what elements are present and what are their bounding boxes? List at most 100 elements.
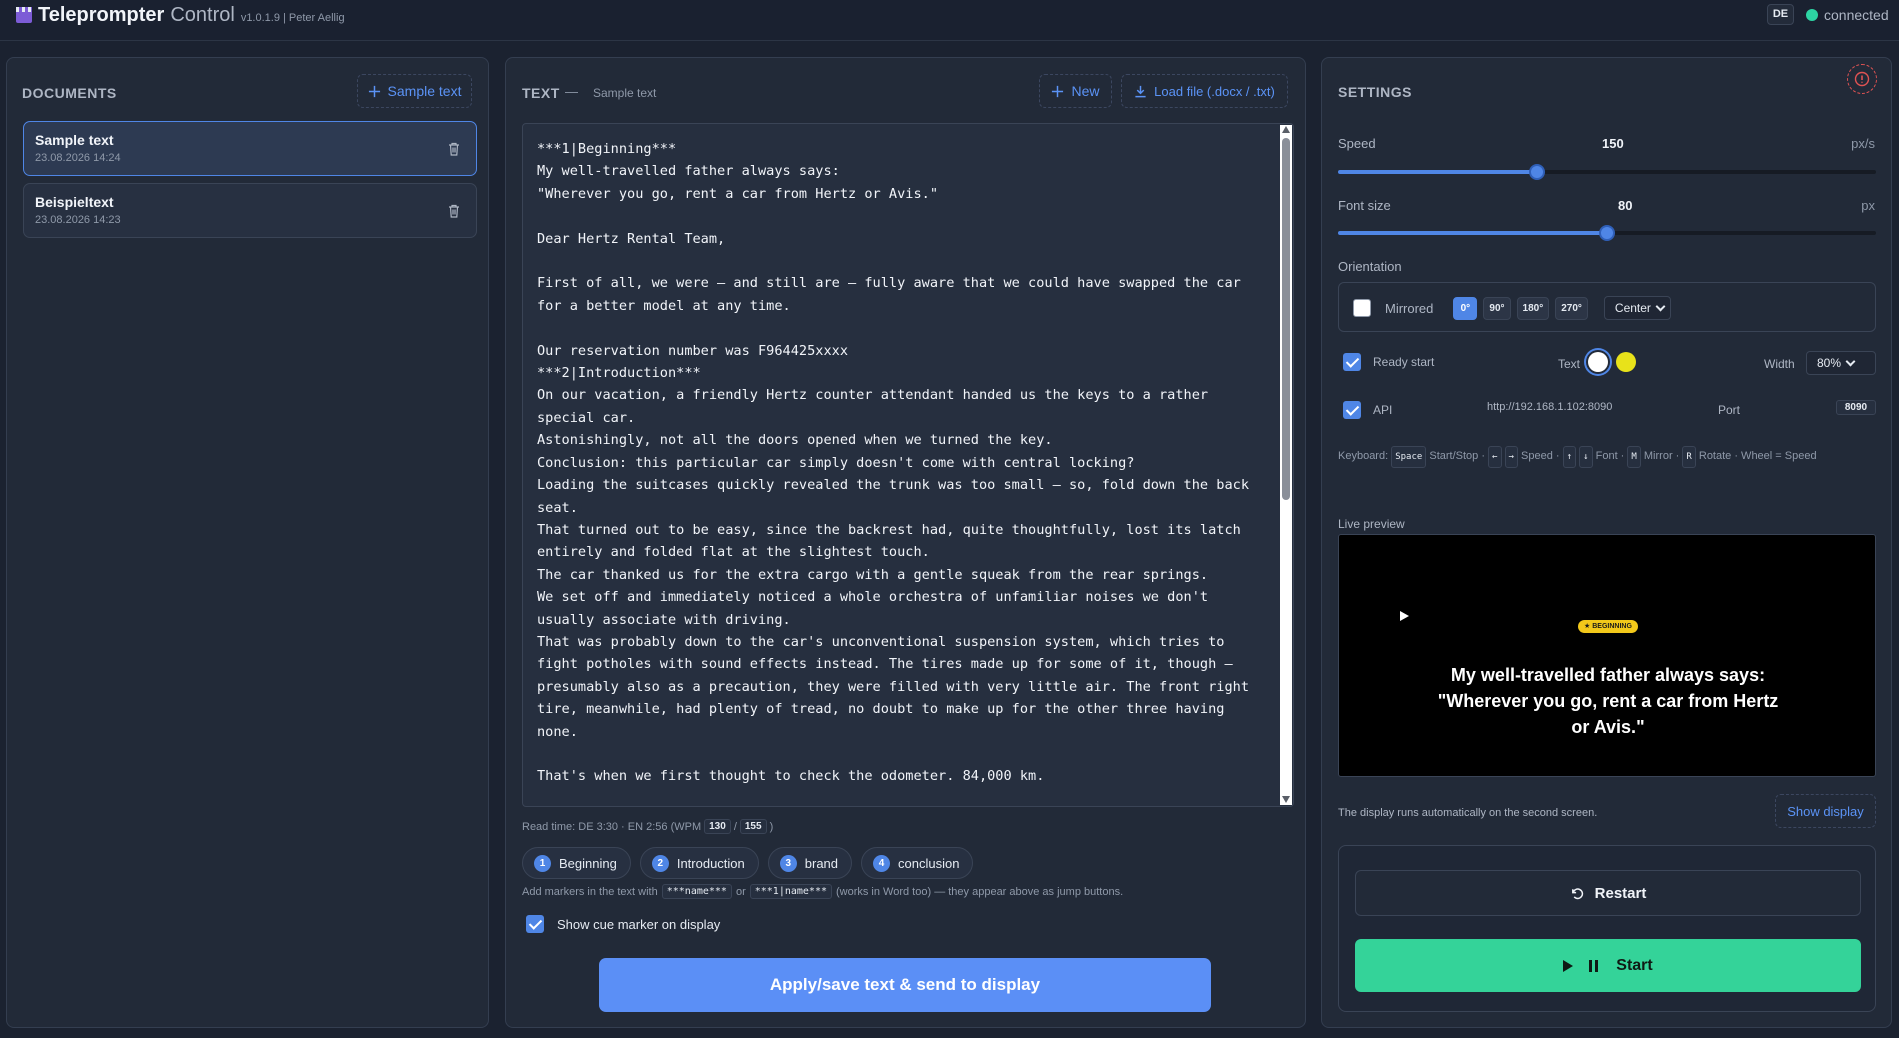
pause-icon [1589, 959, 1599, 972]
restart-label: Restart [1594, 884, 1647, 902]
load-file-button[interactable]: Load file (.docx / .txt) [1121, 74, 1288, 108]
top-bar: Teleprompter Control v1.0.1.9 | Peter Ae… [0, 0, 1899, 41]
plus-icon [368, 85, 380, 97]
load-file-label: Load file (.docx / .txt) [1154, 83, 1275, 99]
font-size-value: 80 [1618, 198, 1633, 213]
display-note: The display runs automatically on the se… [1338, 807, 1598, 819]
apply-save-button[interactable]: Apply/save text & send to display [599, 958, 1211, 1012]
live-preview: ★ BEGINNING My well-travelled father alw… [1338, 534, 1876, 777]
language-toggle-button[interactable]: DE [1767, 4, 1794, 25]
speed-slider[interactable] [1338, 164, 1876, 180]
font-size-slider[interactable] [1338, 225, 1876, 241]
trash-icon[interactable] [448, 142, 460, 156]
slider-thumb[interactable] [1529, 164, 1545, 180]
plus-icon [1052, 85, 1064, 97]
key-m: M [1627, 446, 1641, 468]
add-sample-text-button[interactable]: Sample text [357, 74, 472, 108]
cue-marker-checkbox[interactable] [526, 915, 544, 933]
cue-marker-label: Show cue marker on display [557, 916, 721, 932]
marker-number: 1 [534, 854, 551, 872]
wpm-de-value: 130 [704, 819, 731, 834]
rotate-90-button[interactable]: 90° [1483, 296, 1511, 320]
port-label: Port [1718, 403, 1741, 417]
connection-status-text: connected [1824, 7, 1889, 23]
settings-title: SETTINGS [1338, 84, 1413, 100]
key-down: ↓ [1579, 446, 1593, 468]
api-url[interactable]: http://192.168.1.102:8090 [1487, 401, 1612, 413]
marker-label: brand [804, 855, 839, 871]
app-brand: Teleprompter Control v1.0.1.9 | Peter Ae… [16, 4, 345, 27]
start-button[interactable]: Start [1355, 939, 1861, 992]
marker-button-brand[interactable]: 3 brand [767, 847, 853, 879]
add-sample-text-label: Sample text [387, 83, 462, 99]
slider-fill [1338, 170, 1537, 174]
app-subtitle: Control [170, 4, 235, 26]
marker-label: Beginning [559, 855, 617, 871]
chevron-down-icon [1845, 356, 1856, 367]
info-alert-button[interactable] [1847, 64, 1877, 94]
marker-button-introduction[interactable]: 2 Introduction [639, 847, 759, 879]
scroll-up-arrow-icon[interactable] [1282, 126, 1290, 133]
status-dot-icon [1806, 9, 1818, 21]
mirrored-label: Mirrored [1385, 300, 1434, 316]
api-checkbox[interactable] [1343, 401, 1361, 419]
preview-text: My well-travelled father always says: "W… [1437, 665, 1779, 737]
app-version: v1.0.1.9 | Peter Aellig [240, 12, 345, 24]
text-color-label: Text [1558, 357, 1581, 371]
ready-start-checkbox[interactable] [1343, 353, 1361, 371]
rotate-180-button[interactable]: 180° [1516, 296, 1550, 320]
marker-label: Introduction [676, 855, 745, 871]
wheel-speed-text: Speed [1784, 450, 1817, 462]
key-right: → [1504, 446, 1518, 468]
text-color-yellow-swatch[interactable] [1616, 352, 1636, 372]
scroll-down-arrow-icon[interactable] [1282, 796, 1290, 803]
key-up: ↑ [1562, 446, 1577, 468]
mirrored-checkbox[interactable] [1353, 299, 1371, 317]
slider-fill [1338, 231, 1607, 235]
text-panel: TEXT — Sample text New Load file (.docx … [505, 57, 1306, 1028]
slider-thumb[interactable] [1599, 225, 1615, 241]
download-icon [1135, 85, 1146, 97]
text-title: TEXT [522, 85, 560, 101]
marker-number: 2 [651, 854, 669, 872]
marker-buttons: 1 Beginning 2 Introduction 3 brand 4 con… [522, 847, 974, 879]
api-label: API [1373, 403, 1393, 417]
port-input[interactable]: 8090 [1836, 400, 1876, 415]
speed-label: Speed [1338, 136, 1376, 151]
editor-scrollbar-thumb[interactable] [1282, 138, 1290, 500]
text-color-white-swatch[interactable] [1588, 352, 1608, 372]
chevron-down-icon [1655, 301, 1666, 312]
playback-controls: Restart Start [1338, 845, 1876, 1012]
trash-icon[interactable] [448, 204, 460, 218]
restart-icon [1571, 887, 1583, 899]
play-indicator-icon [1400, 611, 1409, 621]
cue-marker-option: Show cue marker on display [526, 915, 720, 933]
restart-button[interactable]: Restart [1355, 870, 1861, 916]
rotate-0-button[interactable]: 0° [1453, 296, 1478, 320]
orientation-controls: Mirrored 0° 90° 180° 270° Center [1353, 296, 1671, 320]
connection-status: connected [1806, 7, 1889, 23]
marker-button-conclusion[interactable]: 4 conclusion [861, 847, 974, 879]
marker-syntax-code-numbered: ***1|name*** [749, 884, 832, 899]
width-select[interactable]: 80% [1806, 351, 1876, 375]
alert-icon [1854, 71, 1870, 87]
play-icon [1563, 959, 1574, 972]
title-separator: — [565, 84, 578, 99]
font-shortcut-text: Font · [1595, 450, 1625, 462]
document-item[interactable]: Beispieltext 23.08.2026 14:23 [23, 183, 477, 238]
orientation-box: Mirrored 0° 90° 180° 270° Center [1338, 282, 1876, 332]
alignment-value: Center [1614, 301, 1651, 315]
marker-number: 3 [779, 854, 797, 872]
marker-button-beginning[interactable]: 1 Beginning [522, 847, 631, 879]
new-document-button[interactable]: New [1039, 74, 1112, 108]
start-stop-text: Start/Stop · [1429, 450, 1486, 462]
show-display-button[interactable]: Show display [1775, 794, 1876, 828]
document-name: Beispieltext [35, 194, 114, 210]
key-space: Space [1391, 446, 1427, 468]
text-editor[interactable]: ***1|Beginning*** My well-travelled fath… [522, 123, 1294, 807]
alignment-select[interactable]: Center [1603, 296, 1671, 320]
text-editor-content[interactable]: ***1|Beginning*** My well-travelled fath… [537, 138, 1269, 788]
rotate-270-button[interactable]: 270° [1555, 296, 1588, 320]
document-item[interactable]: Sample text 23.08.2026 14:24 [23, 121, 477, 176]
font-size-unit: px [1861, 198, 1875, 213]
